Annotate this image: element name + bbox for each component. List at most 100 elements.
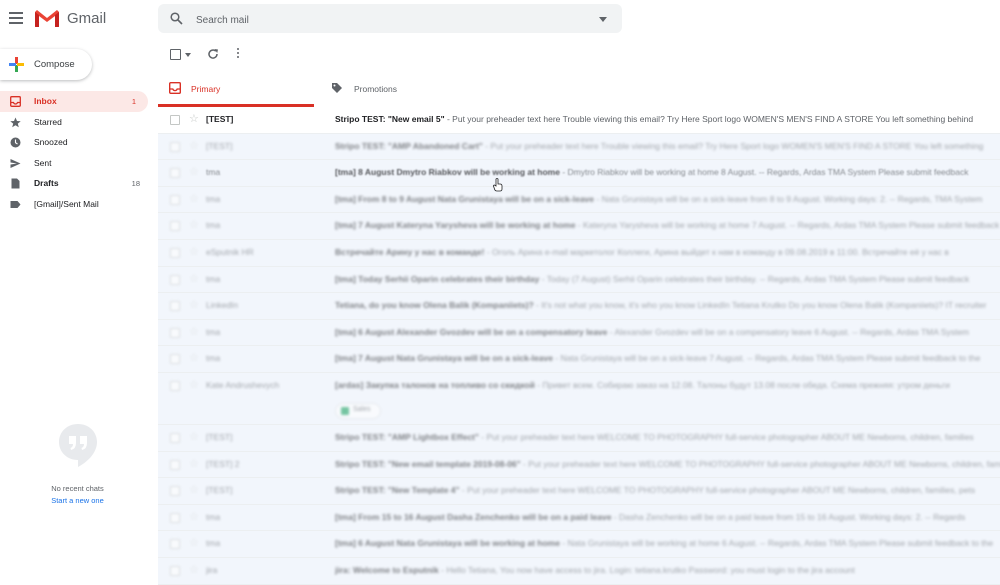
email-snippet: - Nata Grunistaya will be working at hom…: [559, 538, 994, 549]
email-row[interactable]: ☆ [TEST] Stripo TEST: "New Template 4" -…: [158, 478, 1000, 505]
tab-promotions[interactable]: Promotions: [321, 71, 477, 107]
sidebar-item-snoozed[interactable]: Snoozed: [0, 132, 150, 153]
email-preview: Stripo TEST: "New email 5" - Put your pr…: [335, 114, 1000, 124]
email-snippet: - Nata Grunistaya will be on a sick-leav…: [594, 193, 983, 204]
star-toggle-icon[interactable]: ☆: [189, 537, 199, 549]
email-row[interactable]: ☆ tma [tma] From 15 to 16 August Dasha Z…: [158, 504, 1000, 532]
email-row[interactable]: ☆ [TEST] Stripo TEST: "AMP Abandoned Car…: [158, 133, 1000, 161]
star-toggle-icon[interactable]: ☆: [189, 352, 199, 364]
row-checkbox[interactable]: [170, 380, 180, 391]
row-checkbox[interactable]: [170, 274, 180, 285]
email-sender: tma: [206, 220, 221, 231]
email-snippet: - Привет всем. Собираю заказ на 12.08. Т…: [534, 379, 950, 390]
sidebar-item-sent[interactable]: Sent: [0, 153, 150, 174]
attachment-chip[interactable]: Sales: [335, 402, 381, 419]
email-row[interactable]: ☆ tma [tma] 8 August Dmytro Riabkov will…: [158, 160, 1000, 187]
search-input[interactable]: [194, 11, 578, 29]
email-row[interactable]: ☆ [TEST] Stripo TEST: "AMP Lightbox Effe…: [158, 424, 1000, 452]
email-row[interactable]: ☆ LinkedIn Tetiana, do you know Olena Ba…: [158, 293, 1000, 320]
star-toggle-icon[interactable]: ☆: [189, 113, 199, 125]
no-recent-chats-text: No recent chats: [51, 484, 104, 493]
row-checkbox[interactable]: [170, 168, 180, 179]
email-row[interactable]: ☆ tma [tma] 6 August Nata Grunistaya wil…: [158, 531, 1000, 558]
email-snippet: - Put your preheader text here WELCOME T…: [520, 458, 1000, 469]
sidebar-item-label: Starred: [34, 116, 62, 127]
email-snippet: - Put your preheader text here WELCOME T…: [459, 485, 976, 496]
select-all-checkbox[interactable]: [170, 49, 181, 60]
row-checkbox[interactable]: [170, 221, 180, 232]
sidebar-nav: Inbox 1 Starred Snoozed Sent Drafts 18 […: [0, 91, 150, 215]
email-row[interactable]: ☆ eSputnik HR Встречайте Арину у нас в к…: [158, 239, 1000, 267]
email-row[interactable]: ☆ [TEST] Stripo TEST: "New email 5" - Pu…: [158, 107, 1000, 134]
start-chat-link[interactable]: Start a new one: [0, 496, 155, 505]
star-toggle-icon[interactable]: ☆: [189, 379, 199, 391]
row-checkbox[interactable]: [170, 512, 180, 523]
email-sender: tma: [206, 167, 221, 178]
email-subject: Stripo TEST: "New Template 4": [335, 485, 460, 496]
email-sender: tma: [206, 193, 221, 204]
compose-button[interactable]: Compose: [0, 49, 92, 80]
star-toggle-icon[interactable]: ☆: [189, 564, 199, 576]
email-preview: [tma] 8 August Dmytro Riabkov will be wo…: [335, 167, 1000, 177]
row-checkbox[interactable]: [170, 141, 180, 152]
main-menu-icon[interactable]: [9, 12, 23, 24]
row-checkbox[interactable]: [170, 327, 180, 338]
row-checkbox[interactable]: [170, 565, 180, 576]
sidebar-item-drafts[interactable]: Drafts 18: [0, 173, 150, 194]
email-list: ☆ [TEST] Stripo TEST: "New email 5" - Pu…: [158, 107, 1000, 585]
star-toggle-icon[interactable]: ☆: [189, 431, 199, 443]
row-checkbox[interactable]: [170, 354, 180, 365]
email-snippet: - It's not what you know, it's who you k…: [533, 300, 987, 311]
row-checkbox[interactable]: [170, 432, 180, 443]
star-toggle-icon[interactable]: ☆: [189, 193, 199, 205]
tab-primary[interactable]: Primary: [158, 71, 314, 107]
star-toggle-icon[interactable]: ☆: [189, 273, 199, 285]
email-sender: tma: [206, 326, 221, 337]
email-preview: [tma] 7 August Nata Grunistaya will be o…: [335, 353, 1000, 363]
star-toggle-icon[interactable]: ☆: [189, 299, 199, 311]
sidebar-item-starred[interactable]: Starred: [0, 112, 150, 133]
email-row[interactable]: ☆ [TEST] 2 Stripo TEST: "New email templ…: [158, 451, 1000, 479]
email-row[interactable]: ☆ tma [tma] From 8 to 9 August Nata Grun…: [158, 186, 1000, 214]
star-toggle-icon[interactable]: ☆: [189, 511, 199, 523]
email-row[interactable]: ☆ tma [tma] 7 August Kateryna Yarysheva …: [158, 213, 1000, 240]
email-subject: [tma] From 15 to 16 August Dasha Zenchen…: [335, 511, 612, 522]
search-options-caret-icon[interactable]: [599, 17, 607, 22]
star-toggle-icon[interactable]: ☆: [189, 458, 199, 470]
star-toggle-icon[interactable]: ☆: [189, 219, 199, 231]
email-sender: [TEST]: [206, 114, 234, 124]
category-tabs: Primary Promotions: [158, 71, 1000, 108]
row-checkbox[interactable]: [170, 301, 180, 312]
star-toggle-icon[interactable]: ☆: [189, 166, 199, 178]
email-preview: [tma] 7 August Kateryna Yarysheva will b…: [335, 220, 1000, 230]
tab-label: Primary: [191, 84, 221, 94]
row-checkbox[interactable]: [170, 539, 180, 550]
search-bar[interactable]: [158, 4, 622, 33]
row-checkbox[interactable]: [170, 115, 180, 125]
email-sender: jira: [206, 564, 218, 575]
star-toggle-icon[interactable]: ☆: [189, 326, 199, 338]
row-checkbox[interactable]: [170, 459, 180, 470]
sidebar-item-inbox[interactable]: Inbox 1: [0, 91, 148, 112]
star-toggle-icon[interactable]: ☆: [189, 484, 199, 496]
unread-count: 1: [131, 97, 136, 106]
app-name: Gmail: [67, 10, 107, 27]
email-subject: Stripo TEST: "New email 5": [335, 114, 445, 124]
email-row[interactable]: ☆ tma [tma] 6 August Alexander Gvozdev w…: [158, 319, 1000, 347]
row-checkbox[interactable]: [170, 486, 180, 497]
email-row[interactable]: ☆ tma [tma] Today Serhii Oparin celebrat…: [158, 266, 1000, 294]
sidebar-item-sent-mail-label[interactable]: [Gmail]/Sent Mail: [0, 194, 150, 215]
gmail-logo-icon[interactable]: [34, 8, 60, 28]
email-row[interactable]: ☆ jira jira: Welcome to Esputnik - Hello…: [158, 557, 1000, 585]
email-subject: [tma] 8 August Dmytro Riabkov will be wo…: [335, 167, 560, 178]
email-row[interactable]: ☆ Kate Andrushevych [ardas] Закупка тало…: [158, 372, 1000, 425]
row-checkbox[interactable]: [170, 247, 180, 258]
email-row[interactable]: ☆ tma [tma] 7 August Nata Grunistaya wil…: [158, 346, 1000, 373]
more-vertical-icon[interactable]: [236, 48, 240, 60]
star-toggle-icon[interactable]: ☆: [189, 140, 199, 152]
search-icon[interactable]: [170, 12, 183, 25]
refresh-icon[interactable]: [207, 48, 219, 60]
select-options-caret-icon[interactable]: [185, 53, 191, 57]
row-checkbox[interactable]: [170, 194, 180, 205]
star-toggle-icon[interactable]: ☆: [189, 246, 199, 258]
